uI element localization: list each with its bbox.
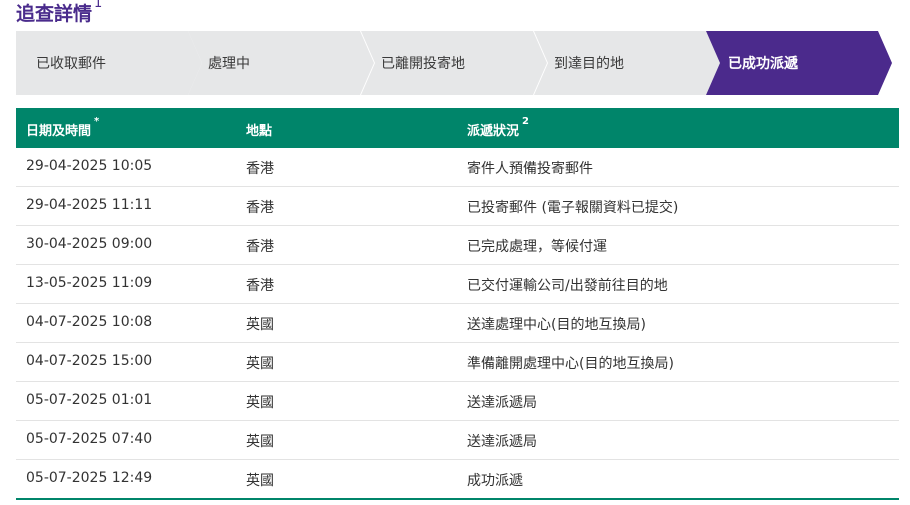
- step-label: 到達目的地: [554, 56, 624, 72]
- header-datetime: 日期及時間*: [26, 116, 99, 139]
- cell-location: 香港: [246, 161, 274, 177]
- step-label: 已成功派遞: [728, 56, 798, 72]
- step-departed-origin: 已離開投寄地: [361, 31, 547, 95]
- cell-datetime: 05-07-2025 01:01: [26, 392, 153, 408]
- cell-status: 送達派遞局: [467, 434, 537, 450]
- step-label: 已離開投寄地: [381, 56, 465, 72]
- cell-location: 香港: [246, 239, 274, 255]
- cell-status: 準備離開處理中心(目的地互換局): [467, 356, 674, 372]
- cell-location: 香港: [246, 200, 274, 216]
- table-header: 日期及時間* 地點 派遞狀況2: [16, 108, 899, 148]
- table-row: 05-07-2025 01:01 英國 送達派遞局: [16, 382, 899, 421]
- step-label: 處理中: [208, 56, 250, 72]
- progress-steps: 已收取郵件 處理中 已離開投寄地 到達目的地 已成功派遞: [16, 31, 892, 95]
- header-location: 地點: [246, 124, 273, 139]
- cell-location: 英國: [246, 473, 274, 489]
- cell-datetime: 29-04-2025 11:11: [26, 197, 153, 213]
- step-arrived-destination: 到達目的地: [534, 31, 720, 95]
- table-row: 05-07-2025 07:40 英國 送達派遞局: [16, 421, 899, 460]
- header-datetime-label: 日期及時間: [26, 124, 92, 139]
- title-footnote-marker[interactable]: 1: [94, 0, 102, 11]
- datetime-footnote-marker: *: [94, 116, 100, 127]
- table-row: 05-07-2025 12:49 英國 成功派遞: [16, 460, 899, 500]
- cell-datetime: 04-07-2025 10:08: [26, 314, 153, 330]
- cell-status: 已完成處理，等候付運: [467, 239, 607, 255]
- cell-datetime: 30-04-2025 09:00: [26, 236, 153, 252]
- table-row: 30-04-2025 09:00 香港 已完成處理，等候付運: [16, 226, 899, 265]
- table-row: 04-07-2025 15:00 英國 準備離開處理中心(目的地互換局): [16, 343, 899, 382]
- page-title-text: 追查詳情: [16, 3, 93, 25]
- cell-datetime: 13-05-2025 11:09: [26, 275, 153, 291]
- cell-datetime: 29-04-2025 10:05: [26, 158, 153, 174]
- table-row: 29-04-2025 10:05 香港 寄件人預備投寄郵件: [16, 148, 899, 187]
- status-footnote-marker[interactable]: 2: [522, 116, 529, 127]
- cell-datetime: 04-07-2025 15:00: [26, 353, 153, 369]
- page-title: 追查詳情 1: [16, 0, 102, 25]
- cell-location: 香港: [246, 278, 274, 294]
- cell-status: 成功派遞: [467, 473, 523, 489]
- header-status-label: 派遞狀況: [467, 124, 520, 139]
- step-processing: 處理中: [188, 31, 374, 95]
- cell-location: 英國: [246, 317, 274, 333]
- step-label: 已收取郵件: [36, 56, 106, 72]
- table-row: 04-07-2025 10:08 英國 送達處理中心(目的地互換局): [16, 304, 899, 343]
- step-received: 已收取郵件: [16, 31, 202, 95]
- cell-status: 寄件人預備投寄郵件: [467, 161, 593, 177]
- cell-location: 英國: [246, 434, 274, 450]
- table-row: 13-05-2025 11:09 香港 已交付運輸公司/出發前往目的地: [16, 265, 899, 304]
- tracking-table: 日期及時間* 地點 派遞狀況2 29-04-2025 10:05 香港 寄件人預…: [16, 108, 899, 500]
- header-status: 派遞狀況2: [467, 116, 529, 139]
- cell-status: 已交付運輸公司/出發前往目的地: [467, 278, 668, 294]
- cell-status: 送達派遞局: [467, 395, 537, 411]
- cell-status: 已投寄郵件 (電子報關資料已提交): [467, 200, 679, 216]
- cell-datetime: 05-07-2025 12:49: [26, 470, 153, 486]
- cell-status: 送達處理中心(目的地互換局): [467, 317, 646, 333]
- step-delivered: 已成功派遞: [706, 31, 892, 95]
- cell-datetime: 05-07-2025 07:40: [26, 431, 153, 447]
- table-row: 29-04-2025 11:11 香港 已投寄郵件 (電子報關資料已提交): [16, 187, 899, 226]
- cell-location: 英國: [246, 356, 274, 372]
- cell-location: 英國: [246, 395, 274, 411]
